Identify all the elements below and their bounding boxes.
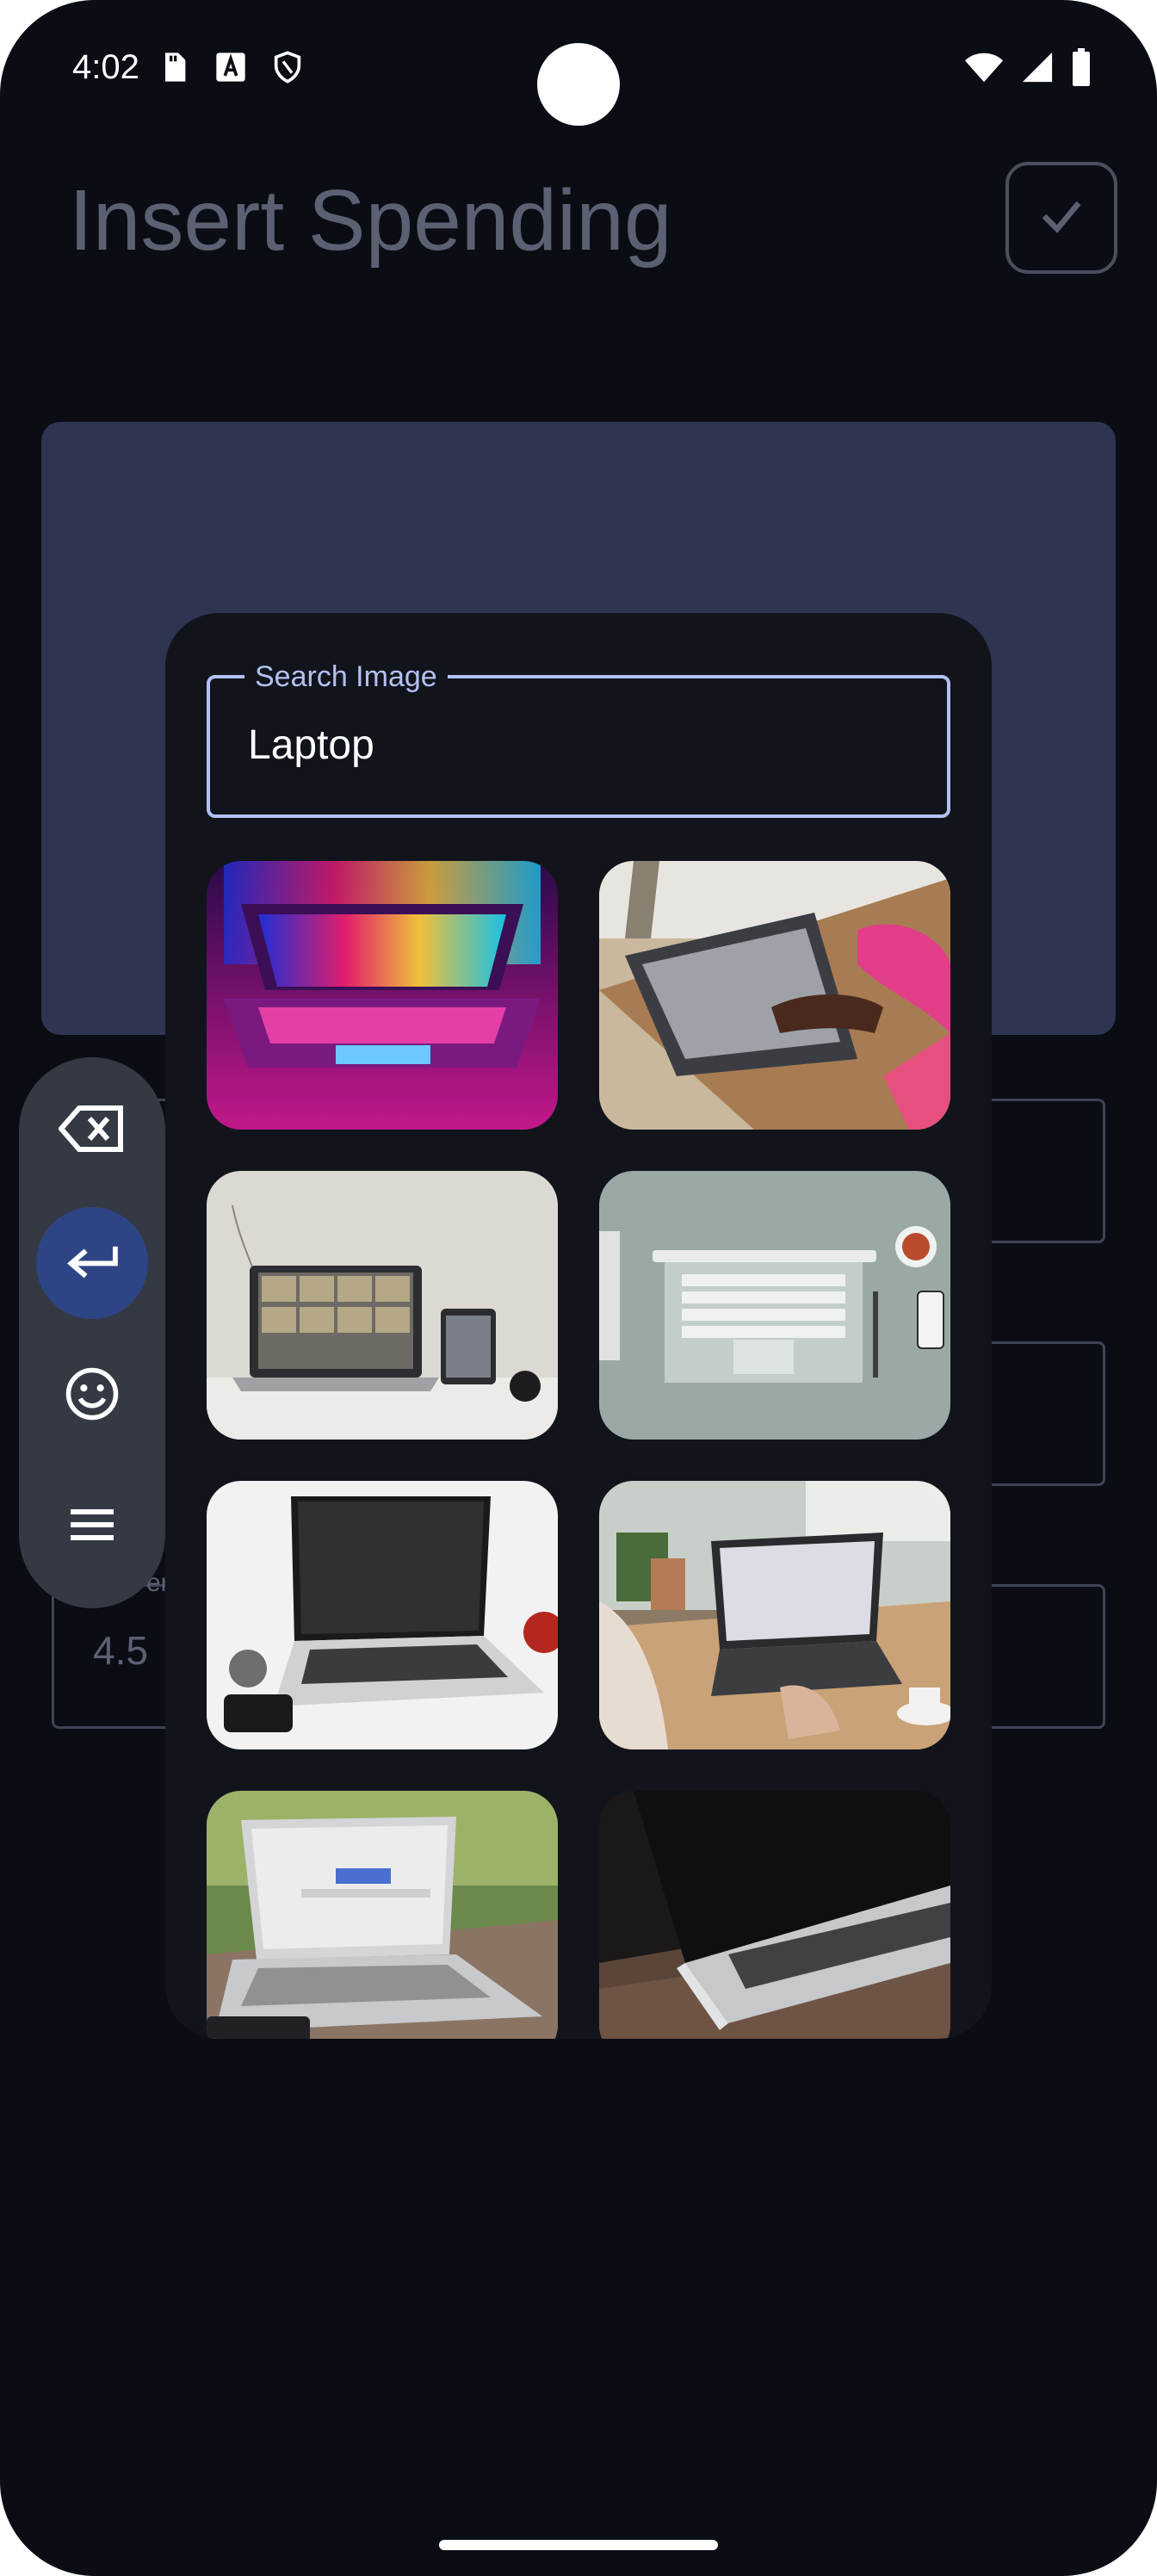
image-search-dialog: Search Image xyxy=(165,613,992,2039)
wifi-icon xyxy=(964,50,1004,89)
image-result[interactable] xyxy=(207,1791,558,2039)
search-image-label: Search Image xyxy=(244,658,448,696)
search-image-input[interactable] xyxy=(248,715,902,775)
floating-keyboard-toolbar xyxy=(19,1057,165,1608)
backspace-icon xyxy=(58,1103,126,1159)
image-result[interactable] xyxy=(207,1481,558,1749)
signal-icon xyxy=(1021,50,1054,89)
status-time: 4:02 xyxy=(72,48,139,86)
menu-button[interactable] xyxy=(36,1471,148,1582)
shield-icon xyxy=(270,50,305,89)
image-result[interactable] xyxy=(599,1791,950,2039)
image-result[interactable] xyxy=(599,1481,950,1749)
image-result[interactable] xyxy=(207,1171,558,1440)
phone-screen: 4:02 Insert Spending er 4.5 Search Image… xyxy=(0,0,1157,2576)
search-image-field[interactable]: Search Image xyxy=(207,658,950,818)
emoji-button[interactable] xyxy=(36,1340,148,1452)
sd-card-icon xyxy=(157,50,191,89)
emoji-icon xyxy=(64,1365,121,1427)
image-result[interactable] xyxy=(207,861,558,1130)
enter-button[interactable] xyxy=(36,1207,148,1319)
enter-icon xyxy=(65,1242,120,1285)
status-icons-left xyxy=(157,50,305,89)
check-icon xyxy=(1036,190,1087,246)
status-icons-right xyxy=(964,48,1092,90)
backspace-button[interactable] xyxy=(36,1074,148,1186)
page-title: Insert Spending xyxy=(69,172,672,269)
save-button[interactable] xyxy=(1005,162,1117,274)
font-a-icon xyxy=(213,50,248,89)
amount-value: 4.5 xyxy=(93,1628,148,1673)
home-indicator[interactable] xyxy=(439,2540,718,2550)
image-result[interactable] xyxy=(599,1171,950,1440)
image-result[interactable] xyxy=(599,861,950,1130)
menu-icon xyxy=(66,1505,118,1549)
battery-icon xyxy=(1071,48,1092,90)
camera-cutout xyxy=(537,43,620,126)
